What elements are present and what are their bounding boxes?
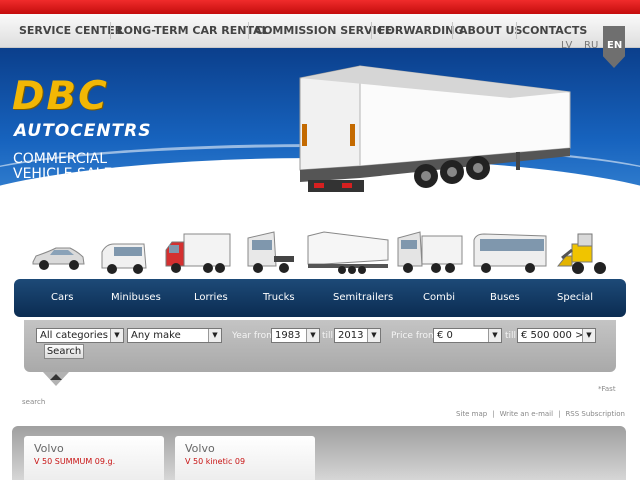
dropdown-arrow-icon: ▼ bbox=[208, 329, 221, 342]
listing-card[interactable]: Volvo V 50 kinetic 09 bbox=[175, 436, 315, 480]
language-ru[interactable]: RU bbox=[584, 40, 598, 51]
dropdown-arrow-icon: ▼ bbox=[582, 329, 595, 342]
category-buses[interactable]: Buses bbox=[490, 292, 520, 303]
logo-dbc[interactable]: DBC bbox=[12, 74, 109, 119]
nav-service-center[interactable]: SERVICE CENTER bbox=[19, 24, 123, 37]
fast-search-link[interactable]: *Fast bbox=[598, 385, 616, 393]
make-select[interactable]: Any make ▼ bbox=[127, 328, 222, 343]
semitrailer-category-icon[interactable] bbox=[306, 226, 390, 276]
listing-make: Volvo bbox=[34, 442, 64, 455]
category-cars[interactable]: Cars bbox=[51, 292, 73, 303]
lorry-icon[interactable] bbox=[164, 226, 232, 276]
category-special[interactable]: Special bbox=[557, 292, 593, 303]
listing-card[interactable]: Volvo V 50 SUMMUM 09.g. bbox=[24, 436, 164, 480]
fast-search-link-text[interactable]: search bbox=[22, 398, 45, 406]
category-lorries[interactable]: Lorries bbox=[194, 292, 228, 303]
nav-divider bbox=[248, 22, 249, 39]
listing-model[interactable]: V 50 SUMMUM 09.g. bbox=[34, 457, 115, 466]
nav-forwarding[interactable]: FORWARDING bbox=[378, 24, 463, 37]
top-red-strip bbox=[0, 0, 640, 14]
combi-icon[interactable] bbox=[396, 226, 464, 276]
hero-banner: DBC AUTOCENTRS COMMERCIAL VEHICLE SALES … bbox=[0, 48, 640, 216]
language-lv[interactable]: LV bbox=[561, 40, 572, 51]
price-from-select[interactable]: € 0 ▼ bbox=[433, 328, 502, 343]
minibus-icon[interactable] bbox=[100, 226, 148, 276]
logo-autocentrs: AUTOCENTRS bbox=[14, 121, 152, 141]
category-select[interactable]: All categories ▼ bbox=[36, 328, 124, 343]
category-icons bbox=[0, 226, 640, 276]
dropdown-arrow-icon: ▼ bbox=[110, 329, 123, 342]
dropdown-arrow-icon: ▼ bbox=[306, 329, 319, 342]
price-from-label: Price from bbox=[391, 331, 437, 341]
nav-divider bbox=[110, 22, 111, 39]
category-bar: Cars Minibuses Lorries Trucks Semitraile… bbox=[14, 279, 626, 317]
category-semitrailers[interactable]: Semitrailers bbox=[333, 292, 393, 303]
category-minibuses[interactable]: Minibuses bbox=[111, 292, 161, 303]
year-from-select[interactable]: 1983 ▼ bbox=[271, 328, 320, 343]
category-trucks[interactable]: Trucks bbox=[263, 292, 295, 303]
main-nav: SERVICE CENTER LONG-TERM CAR RENTAL COMM… bbox=[0, 14, 640, 48]
utility-links: Site map | Write an e-mail | RSS Subscriptio… bbox=[456, 410, 625, 418]
category-combi[interactable]: Combi bbox=[423, 292, 455, 303]
rss-link[interactable]: RSS Subscription bbox=[565, 410, 624, 418]
nav-divider bbox=[371, 22, 372, 39]
dropdown-arrow-icon: ▼ bbox=[488, 329, 501, 342]
language-en[interactable]: EN bbox=[607, 40, 622, 51]
listing-make: Volvo bbox=[185, 442, 215, 455]
dropdown-arrow-icon: ▼ bbox=[367, 329, 380, 342]
email-link[interactable]: Write an e-mail bbox=[500, 410, 554, 418]
listing-model[interactable]: V 50 kinetic 09 bbox=[185, 457, 245, 466]
car-icon[interactable] bbox=[30, 226, 86, 276]
year-from-label: Year from bbox=[232, 331, 275, 341]
price-till-label: till bbox=[505, 331, 517, 341]
site-map-link[interactable]: Site map bbox=[456, 410, 487, 418]
year-to-select[interactable]: 2013 ▼ bbox=[334, 328, 381, 343]
pointer-inner-icon bbox=[50, 374, 62, 380]
search-button[interactable]: Search bbox=[44, 344, 84, 359]
nav-divider bbox=[516, 22, 517, 39]
loader-icon[interactable] bbox=[556, 226, 610, 276]
price-to-select[interactable]: € 500 000 > ▼ bbox=[517, 328, 596, 343]
nav-contacts[interactable]: CONTACTS bbox=[522, 24, 587, 37]
semitrailer-icon bbox=[299, 65, 571, 192]
year-till-label: till bbox=[322, 331, 334, 341]
nav-long-term-rental[interactable]: LONG-TERM CAR RENTAL bbox=[117, 24, 269, 37]
nav-divider bbox=[452, 22, 453, 39]
truck-icon[interactable] bbox=[244, 226, 296, 276]
nav-about-us[interactable]: ABOUT US bbox=[459, 24, 522, 37]
banner-slogan: COMMERCIAL VEHICLE SALES AND SERVICE bbox=[13, 151, 122, 197]
bus-icon[interactable] bbox=[472, 226, 548, 276]
